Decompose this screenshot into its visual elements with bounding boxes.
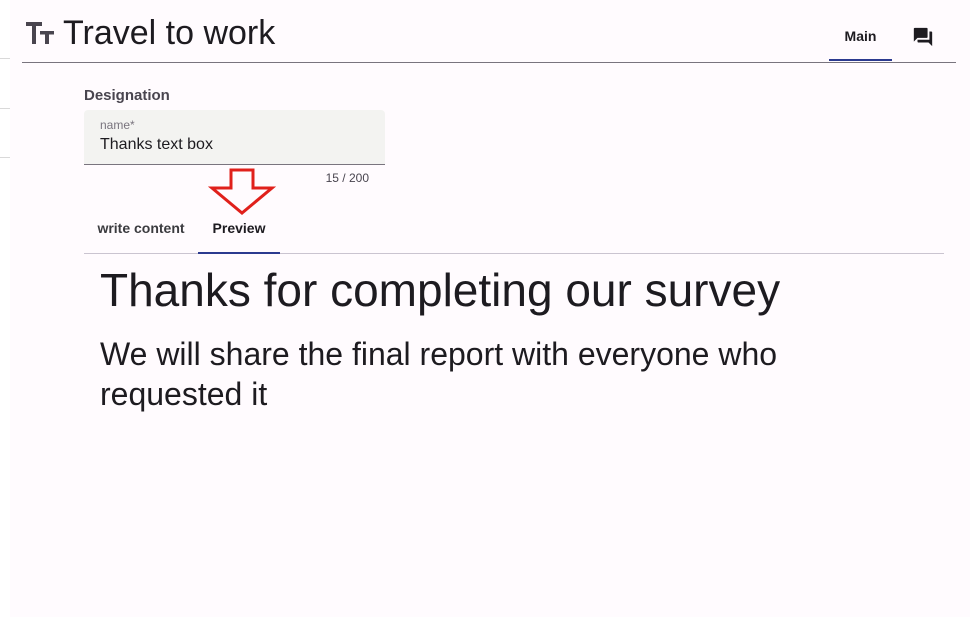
page-header: Travel to work Main xyxy=(22,0,956,63)
content-tab-bar: write content Preview xyxy=(84,204,944,254)
name-field-value[interactable]: Thanks text box xyxy=(100,136,213,154)
preview-subheading: We will share the final report with ever… xyxy=(100,336,778,412)
editor-panel: Travel to work Main Designation name* Th… xyxy=(10,0,970,617)
tab-write-content[interactable]: write content xyxy=(84,204,198,253)
character-counter: 15 / 200 xyxy=(325,171,369,185)
name-field[interactable]: name* Thanks text box xyxy=(84,110,385,165)
tab-preview-label: Preview xyxy=(212,220,266,236)
forum-icon[interactable] xyxy=(912,26,934,48)
active-tab-indicator xyxy=(198,252,280,254)
tab-main-label: Main xyxy=(844,28,877,44)
name-field-label: name* xyxy=(100,118,135,132)
active-tab-indicator xyxy=(829,59,892,61)
divider xyxy=(0,108,10,109)
text-fields-icon xyxy=(26,22,54,44)
tab-preview[interactable]: Preview xyxy=(198,204,280,254)
preview-heading: Thanks for completing our survey xyxy=(100,264,781,316)
divider xyxy=(0,58,10,59)
page-title: Travel to work xyxy=(63,14,276,52)
tab-main[interactable]: Main xyxy=(829,14,892,61)
designation-label: Designation xyxy=(84,87,170,104)
left-edge-strip xyxy=(0,0,10,617)
divider xyxy=(0,157,10,158)
